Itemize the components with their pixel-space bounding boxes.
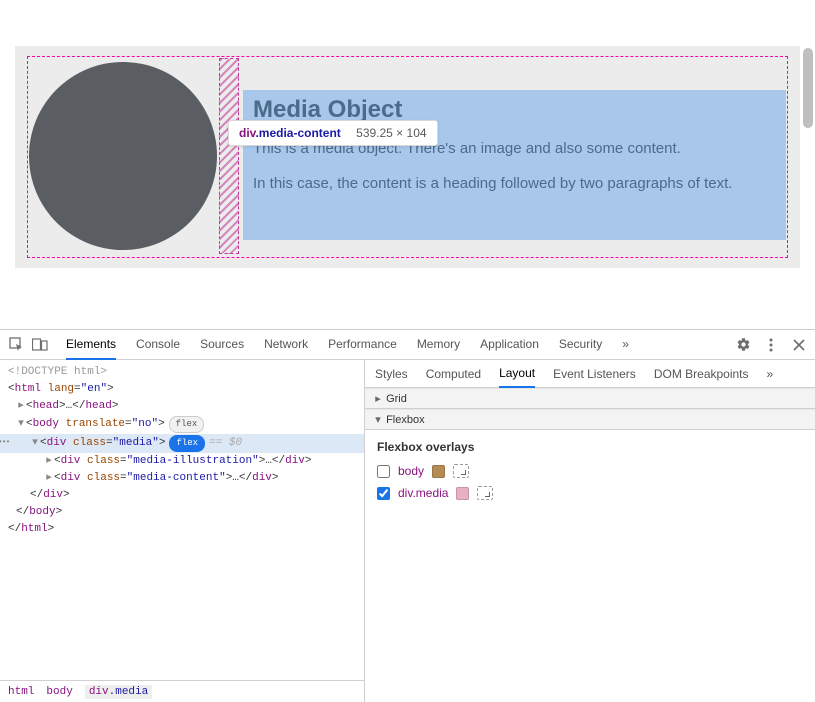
- tree-html-open[interactable]: <html lang="en">: [0, 381, 364, 398]
- devtools-toolbar: Elements Console Sources Network Perform…: [0, 330, 815, 360]
- tooltip-class: .media-content: [255, 126, 340, 140]
- inspect-element-icon[interactable]: [8, 337, 24, 353]
- tree-div-illustration[interactable]: ▸<div class="media-illustration">…</div>: [0, 453, 364, 470]
- subtab-computed[interactable]: Computed: [426, 361, 481, 387]
- media-content-highlight: Media Object This is a media object. The…: [243, 90, 786, 240]
- color-swatch-body[interactable]: [432, 465, 445, 478]
- dom-tree[interactable]: <!DOCTYPE html> <html lang="en"> ▸<head>…: [0, 360, 364, 680]
- flex-badge-active[interactable]: flex: [169, 435, 205, 452]
- tab-memory[interactable]: Memory: [417, 330, 460, 360]
- flex-badge[interactable]: flex: [169, 416, 205, 433]
- tab-security[interactable]: Security: [559, 330, 602, 360]
- tab-console[interactable]: Console: [136, 330, 180, 360]
- twisty-icon[interactable]: ▸: [44, 471, 54, 486]
- tree-div-media-close[interactable]: </div>: [0, 487, 364, 504]
- section-grid[interactable]: ▸ Grid: [365, 388, 815, 409]
- subtab-event-listeners[interactable]: Event Listeners: [553, 361, 636, 387]
- device-toolbar-icon[interactable]: [32, 337, 48, 353]
- tab-elements[interactable]: Elements: [66, 330, 116, 360]
- scrollbar[interactable]: [803, 48, 813, 128]
- tree-html-close[interactable]: </html>: [0, 521, 364, 538]
- flexbox-section-body: Flexbox overlays body div.media: [365, 430, 815, 518]
- crumb-selected[interactable]: div.media: [85, 685, 152, 699]
- overlay-checkbox-body[interactable]: [377, 465, 390, 478]
- twisty-icon[interactable]: ▸: [44, 454, 54, 469]
- elements-panel: <!DOCTYPE html> <html lang="en"> ▸<head>…: [0, 360, 365, 702]
- twisty-icon[interactable]: ▸: [16, 399, 26, 414]
- tooltip-tag: div: [239, 126, 255, 140]
- tree-doctype[interactable]: <!DOCTYPE html>: [0, 364, 364, 381]
- subtab-layout[interactable]: Layout: [499, 360, 535, 388]
- media-flex-row: Media Object This is a media object. The…: [29, 58, 786, 254]
- flexbox-overlays-title: Flexbox overlays: [377, 440, 803, 454]
- tab-sources[interactable]: Sources: [200, 330, 244, 360]
- tree-body-close[interactable]: </body>: [0, 504, 364, 521]
- tree-div-media[interactable]: ▾<div class="media">flex== $0: [0, 434, 364, 453]
- crumb-body[interactable]: body: [46, 686, 72, 698]
- overlay-row-media: div.media: [377, 486, 803, 500]
- page-preview: Media Object This is a media object. The…: [0, 46, 815, 330]
- tree-div-content[interactable]: ▸<div class="media-content">…</div>: [0, 470, 364, 487]
- twisty-icon: ▸: [373, 392, 383, 405]
- twisty-down-icon: ▾: [373, 413, 383, 426]
- overlay-options-body[interactable]: [453, 464, 469, 478]
- tooltip-dimensions: 539.25 × 104: [356, 126, 426, 140]
- subtab-dom-breakpoints[interactable]: DOM Breakpoints: [654, 361, 749, 387]
- kebab-menu-icon[interactable]: [763, 337, 779, 353]
- tabs-overflow[interactable]: »: [622, 330, 629, 360]
- overlay-checkbox-media[interactable]: [377, 487, 390, 500]
- flex-gap-hatch: [219, 58, 239, 254]
- inspect-tooltip: div.media-content 539.25 × 104: [228, 120, 438, 146]
- crumb-html[interactable]: html: [8, 686, 34, 698]
- devtools-tabs: Elements Console Sources Network Perform…: [66, 330, 727, 360]
- color-swatch-media[interactable]: [456, 487, 469, 500]
- tab-application[interactable]: Application: [480, 330, 539, 360]
- overlay-name-media[interactable]: div.media: [398, 486, 448, 500]
- styles-subtabs: Styles Computed Layout Event Listeners D…: [365, 360, 815, 388]
- tab-network[interactable]: Network: [264, 330, 308, 360]
- devtools-main: <!DOCTYPE html> <html lang="en"> ▸<head>…: [0, 360, 815, 702]
- close-icon[interactable]: [791, 337, 807, 353]
- overlay-row-body: body: [377, 464, 803, 478]
- tab-performance[interactable]: Performance: [328, 330, 397, 360]
- styles-panel: Styles Computed Layout Event Listeners D…: [365, 360, 815, 702]
- twisty-down-icon[interactable]: ▾: [30, 436, 40, 451]
- subtabs-overflow[interactable]: »: [767, 361, 774, 387]
- media-card: Media Object This is a media object. The…: [15, 46, 800, 268]
- media-paragraph-2: In this case, the content is a heading f…: [253, 173, 776, 194]
- overlay-name-body[interactable]: body: [398, 464, 424, 478]
- selected-marker: == $0: [209, 437, 242, 449]
- breadcrumb: html body div.media: [0, 680, 364, 702]
- gear-icon[interactable]: [735, 337, 751, 353]
- overlay-options-media[interactable]: [477, 486, 493, 500]
- devtools: Elements Console Sources Network Perform…: [0, 330, 815, 702]
- subtab-styles[interactable]: Styles: [375, 361, 408, 387]
- section-flexbox[interactable]: ▾ Flexbox: [365, 409, 815, 430]
- twisty-down-icon[interactable]: ▾: [16, 417, 26, 432]
- tree-body-open[interactable]: ▾<body translate="no">flex: [0, 415, 364, 434]
- media-illustration-circle: [29, 62, 217, 250]
- tree-head[interactable]: ▸<head>…</head>: [0, 398, 364, 415]
